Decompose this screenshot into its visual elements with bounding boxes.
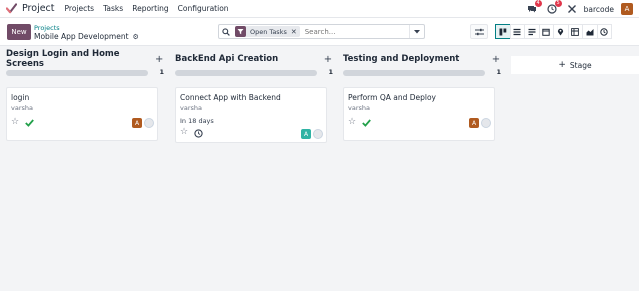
task-deadline: In 18 days xyxy=(180,117,214,125)
column-count: 1 xyxy=(328,68,333,76)
progress-bar[interactable] xyxy=(343,70,485,76)
user-avatar[interactable]: A xyxy=(621,3,633,15)
add-stage-label: Stage xyxy=(569,60,592,70)
assignee-avatar[interactable]: A xyxy=(469,118,479,128)
pivot-view-button[interactable] xyxy=(567,24,583,39)
column-title[interactable]: BackEnd Api Creation xyxy=(175,54,278,64)
menu-projects[interactable]: Projects xyxy=(65,4,95,13)
control-panel: New Projects Mobile App Development ⚙ Op… xyxy=(0,18,639,46)
app-name[interactable]: Project xyxy=(22,3,55,14)
task-assignee: varsha xyxy=(11,104,33,112)
company-switcher[interactable]: barcode xyxy=(584,5,614,14)
remove-facet-icon[interactable]: ✕ xyxy=(291,28,297,36)
quick-create-icon[interactable]: + xyxy=(491,54,501,65)
column-header[interactable]: Testing and Deployment + xyxy=(343,52,501,66)
kanban-icon xyxy=(499,28,507,35)
graph-view-button[interactable] xyxy=(582,24,598,39)
check-icon[interactable] xyxy=(362,119,371,127)
star-icon[interactable]: ☆ xyxy=(348,117,356,127)
task-title: Connect App with Backend xyxy=(180,93,281,102)
column-header[interactable]: BackEnd Api Creation + xyxy=(175,52,333,66)
plus-icon: + xyxy=(558,60,566,70)
activity-view-button[interactable] xyxy=(524,24,540,39)
facet-label: Open Tasks xyxy=(250,27,287,36)
filter-facet: Open Tasks ✕ xyxy=(235,26,300,37)
task-assignee: varsha xyxy=(180,104,202,112)
kanban-view-button[interactable] xyxy=(495,24,511,39)
task-assignee: varsha xyxy=(348,104,370,112)
check-icon[interactable] xyxy=(25,119,34,127)
new-task-button[interactable]: New xyxy=(7,24,31,40)
status-circle[interactable] xyxy=(481,118,491,128)
task-title: Perform QA and Deploy xyxy=(348,93,436,102)
view-switcher xyxy=(495,24,639,39)
page-title: Mobile App Development xyxy=(34,32,129,41)
area-chart-icon xyxy=(586,28,594,35)
messages-button[interactable]: 4 xyxy=(526,0,542,15)
assignee-avatar[interactable]: A xyxy=(301,129,311,139)
map-view-button[interactable] xyxy=(553,24,569,39)
column-title[interactable]: Testing and Deployment xyxy=(343,54,459,64)
breadcrumb-current: Mobile App Development ⚙ xyxy=(34,32,139,41)
progress-bar[interactable] xyxy=(175,70,317,76)
quick-create-icon[interactable]: + xyxy=(154,54,164,65)
search-options-toggle[interactable] xyxy=(409,25,424,38)
menu-tasks[interactable]: Tasks xyxy=(103,4,123,13)
task-title: login xyxy=(11,93,30,102)
kanban-column: Testing and Deployment + 1 Perform QA an… xyxy=(343,52,501,141)
column-header[interactable]: Design Login and Home Screens + xyxy=(6,49,164,69)
activities-badge: 5 xyxy=(554,0,562,7)
table-icon xyxy=(571,27,580,36)
column-progress: 1 xyxy=(175,68,333,78)
status-circle[interactable] xyxy=(313,129,323,139)
kanban-column: BackEnd Api Creation + 1 Connect App wit… xyxy=(175,52,333,143)
app-brand[interactable]: Project xyxy=(6,3,65,14)
tools-icon xyxy=(567,5,576,13)
toggle-filters-button[interactable] xyxy=(470,24,488,39)
list-icon xyxy=(513,28,521,35)
activity-clock-view-button[interactable] xyxy=(596,24,612,39)
gear-icon[interactable]: ⚙ xyxy=(133,33,139,41)
task-card[interactable]: Perform QA and Deploy varsha ☆ A xyxy=(343,87,495,141)
search-icon[interactable] xyxy=(219,27,233,36)
task-card[interactable]: login varsha ☆ A xyxy=(6,87,158,141)
menu-configuration[interactable]: Configuration xyxy=(178,4,229,13)
add-stage-column: + Stage xyxy=(511,56,639,74)
column-count: 1 xyxy=(496,68,501,76)
assignee-avatar[interactable]: A xyxy=(132,118,142,128)
quick-create-icon[interactable]: + xyxy=(323,54,333,65)
clock-icon[interactable] xyxy=(194,129,203,138)
list-view-button[interactable] xyxy=(509,24,525,39)
filter-icon xyxy=(235,26,246,37)
search-input[interactable] xyxy=(304,27,400,36)
column-title[interactable]: Design Login and Home Screens xyxy=(6,49,154,69)
star-icon[interactable]: ☆ xyxy=(11,117,19,127)
caret-down-icon xyxy=(414,29,420,33)
debug-tools-button[interactable] xyxy=(566,3,578,15)
calendar-view-button[interactable] xyxy=(538,24,554,39)
task-card[interactable]: Connect App with Backend varsha In 18 da… xyxy=(175,87,327,143)
clock-icon xyxy=(600,27,608,36)
messages-badge: 4 xyxy=(534,0,542,7)
map-pin-icon xyxy=(558,28,564,35)
calendar-icon xyxy=(542,28,550,36)
project-app-icon xyxy=(6,3,17,14)
menu-reporting[interactable]: Reporting xyxy=(132,4,168,13)
column-progress: 1 xyxy=(6,68,164,78)
search-bar: Open Tasks ✕ xyxy=(218,24,425,39)
sliders-icon xyxy=(474,28,484,35)
kanban-column: Design Login and Home Screens + 1 login … xyxy=(6,49,164,141)
add-stage-button[interactable]: + Stage xyxy=(558,60,591,70)
column-count: 1 xyxy=(159,68,164,76)
top-navbar: Project Projects Tasks Reporting Configu… xyxy=(0,0,639,18)
star-icon[interactable]: ☆ xyxy=(180,127,188,137)
status-circle[interactable] xyxy=(144,118,154,128)
activities-button[interactable]: 5 xyxy=(546,0,562,15)
column-progress: 1 xyxy=(343,68,501,78)
activity-list-icon xyxy=(528,28,536,35)
breadcrumb-projects[interactable]: Projects xyxy=(34,24,60,32)
progress-bar[interactable] xyxy=(6,70,148,76)
